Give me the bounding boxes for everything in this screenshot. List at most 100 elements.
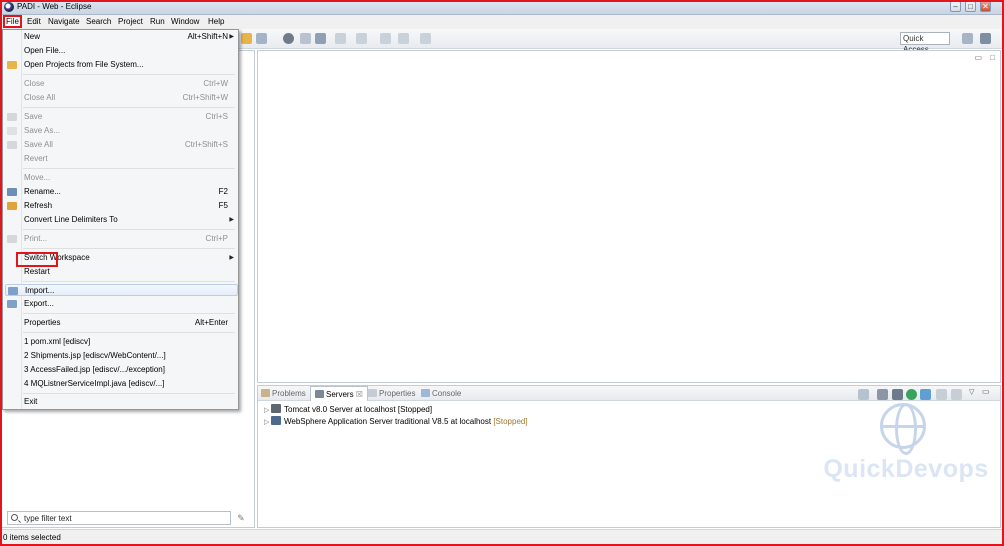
menu-item-shortcut: Alt+Enter <box>194 318 228 327</box>
menu-item-close[interactable]: Close Ctrl+W <box>3 78 238 90</box>
menu-separator <box>23 393 235 394</box>
menu-search[interactable]: Search <box>85 17 112 26</box>
maximize-button[interactable]: □ <box>965 1 976 12</box>
close-tab-icon[interactable]: ☒ <box>356 390 363 399</box>
minimize-panel-icon[interactable] <box>858 389 869 400</box>
menu-item-label: Close <box>24 79 45 88</box>
menu-item-recent-file[interactable]: 1 pom.xml [ediscv] <box>3 336 238 348</box>
expand-icon[interactable]: ▷ <box>264 406 271 414</box>
new-server-icon[interactable] <box>877 389 888 400</box>
annotation-icon[interactable] <box>335 33 346 44</box>
minimize-view-icon[interactable]: ▭ <box>982 387 990 396</box>
menu-item-new[interactable]: New Alt+Shift+N ▶ <box>3 31 238 43</box>
menu-item-shortcut: Ctrl+Shift+S <box>184 140 228 149</box>
save-all-icon <box>7 141 17 149</box>
navigate-icon[interactable] <box>420 33 431 44</box>
menu-item-label: 2 Shipments.jsp [ediscv/WebContent/...] <box>24 351 166 360</box>
menu-item-save[interactable]: Save Ctrl+S <box>3 111 238 123</box>
menu-item-print[interactable]: Print... Ctrl+P <box>3 233 238 245</box>
menu-project[interactable]: Project <box>117 17 144 26</box>
menu-item-label: Properties <box>24 318 61 327</box>
profile-server-icon[interactable] <box>920 389 931 400</box>
menu-item-restart[interactable]: Restart <box>3 266 238 278</box>
search-icon <box>11 514 18 521</box>
menu-separator <box>23 281 235 282</box>
next-annotation-icon[interactable] <box>356 33 367 44</box>
back-icon[interactable] <box>380 33 391 44</box>
quickdevops-watermark: QuickDevops <box>812 403 1000 493</box>
menu-item-recent-file[interactable]: 3 AccessFailed.jsp [ediscv/.../exception… <box>3 364 238 376</box>
menu-file[interactable]: File <box>3 15 22 28</box>
menu-edit[interactable]: Edit <box>26 17 42 26</box>
menu-item-revert[interactable]: Revert <box>3 153 238 165</box>
globe-icon[interactable] <box>283 33 294 44</box>
server-row[interactable]: ▷ WebSphere Application Server traditiona… <box>264 416 528 426</box>
menu-navigate[interactable]: Navigate <box>47 17 81 26</box>
tab-servers[interactable]: Servers ☒ <box>310 386 368 401</box>
expand-icon[interactable]: ▷ <box>264 418 271 426</box>
menu-item-open-projects[interactable]: Open Projects from File System... <box>3 59 238 71</box>
image-icon[interactable] <box>300 33 311 44</box>
menu-item-rename[interactable]: Rename... F2 <box>3 186 238 198</box>
publish-icon[interactable] <box>951 389 962 400</box>
debug-server-icon[interactable] <box>892 389 903 400</box>
server-name: Tomcat v8.0 Server at localhost <box>284 405 396 414</box>
menu-item-properties[interactable]: Properties Alt+Enter <box>3 317 238 329</box>
menu-separator <box>23 107 235 108</box>
maximize-view-icon[interactable]: □ <box>990 53 995 62</box>
menu-item-move[interactable]: Move... <box>3 172 238 184</box>
menu-item-recent-file[interactable]: 4 MQListnerServiceImpl.java [ediscv/...] <box>3 378 238 390</box>
menu-item-label: Open Projects from File System... <box>24 60 144 69</box>
start-server-icon[interactable] <box>906 389 917 400</box>
menu-window[interactable]: Window <box>170 17 200 26</box>
filter-input[interactable]: type filter text <box>7 511 231 525</box>
menu-item-exit[interactable]: Exit <box>3 396 238 408</box>
title-bar: PADI - Web - Eclipse – □ ✕ <box>0 0 1004 15</box>
server-icon <box>271 404 281 413</box>
menu-item-convert-line-delimiters[interactable]: Convert Line Delimiters To ▶ <box>3 214 238 226</box>
folder-icon <box>7 61 17 69</box>
menu-item-label: 4 MQListnerServiceImpl.java [ediscv/...] <box>24 379 165 388</box>
menu-help[interactable]: Help <box>207 17 225 26</box>
servers-icon <box>315 390 324 398</box>
menu-item-refresh[interactable]: Refresh F5 <box>3 200 238 212</box>
menu-item-import[interactable]: Import... <box>5 284 238 296</box>
close-button[interactable]: ✕ <box>980 1 991 12</box>
clear-filter-icon[interactable]: ✎ <box>235 512 247 524</box>
menu-item-shortcut: Alt+Shift+N <box>187 32 228 41</box>
menu-item-save-as[interactable]: Save As... <box>3 125 238 137</box>
minimize-button[interactable]: – <box>950 1 961 12</box>
open-perspective-icon[interactable] <box>962 33 973 44</box>
tab-properties[interactable]: Properties <box>368 389 415 398</box>
submenu-arrow-icon: ▶ <box>229 255 234 261</box>
menu-run[interactable]: Run <box>149 17 166 26</box>
menu-item-close-all[interactable]: Close All Ctrl+Shift+W <box>3 92 238 104</box>
quick-access-input[interactable]: Quick Access <box>900 32 950 54</box>
forward-icon[interactable] <box>398 33 409 44</box>
server-row[interactable]: ▷ Tomcat v8.0 Server at localhost [Stoppe… <box>264 404 432 414</box>
menu-item-recent-file[interactable]: 2 Shipments.jsp [ediscv/WebContent/...] <box>3 350 238 362</box>
minimize-view-icon[interactable]: ▭ <box>974 53 982 62</box>
menu-item-open-file[interactable]: Open File... <box>3 45 238 57</box>
java-ee-perspective-icon[interactable] <box>980 33 991 44</box>
menu-item-shortcut: Ctrl+P <box>205 234 228 243</box>
search-files-icon[interactable] <box>315 33 326 44</box>
menu-item-shortcut: Ctrl+W <box>203 79 228 88</box>
status-text: 0 items selected <box>3 533 61 542</box>
view-menu-icon[interactable]: ▽ <box>969 388 974 396</box>
menu-item-export[interactable]: Export... <box>3 298 238 310</box>
menu-separator <box>23 168 235 169</box>
menu-item-label: Convert Line Delimiters To <box>24 215 118 224</box>
open-folder-icon[interactable] <box>241 33 252 44</box>
stop-server-icon[interactable] <box>936 389 947 400</box>
print-icon <box>7 235 17 243</box>
menu-item-label: Print... <box>24 234 48 243</box>
tab-console[interactable]: Console <box>421 389 461 398</box>
menu-item-save-all[interactable]: Save All Ctrl+Shift+S <box>3 139 238 151</box>
export-icon <box>7 300 17 308</box>
tab-problems[interactable]: Problems <box>261 389 306 398</box>
menu-item-shortcut: F5 <box>218 201 228 210</box>
menu-item-label: Save <box>24 112 43 121</box>
wand-icon[interactable] <box>256 33 267 44</box>
file-menu-dropdown: New Alt+Shift+N ▶ Open File... Open Projec… <box>2 29 239 410</box>
